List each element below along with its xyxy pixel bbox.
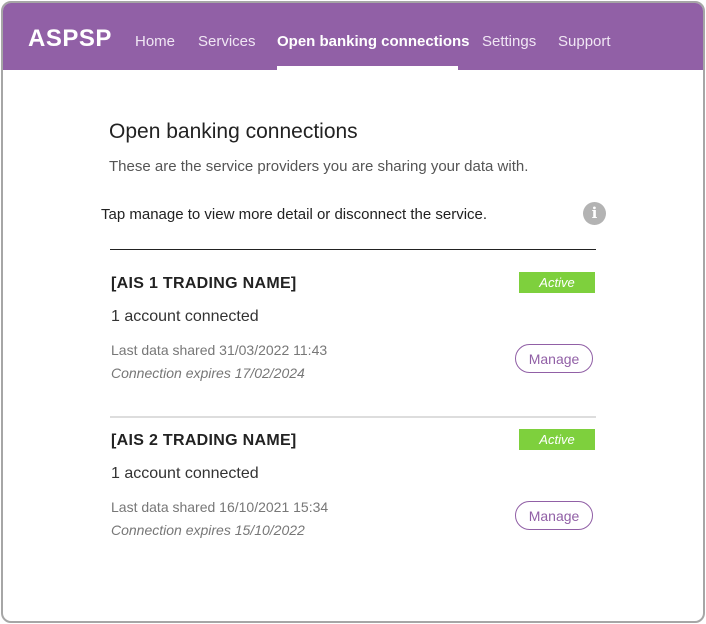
- card-divider: [110, 416, 596, 418]
- page-title: Open banking connections: [109, 120, 358, 143]
- connection-expiry: Connection expires 17/02/2024: [111, 365, 305, 381]
- nav-open-banking-connections[interactable]: Open banking connections: [277, 33, 470, 50]
- last-data-shared: Last data shared 31/03/2022 11:43: [111, 342, 328, 358]
- connection-card: [AIS 2 TRADING NAME] Active 1 account co…: [110, 429, 596, 572]
- accounts-connected: 1 account connected: [111, 308, 259, 325]
- nav-home[interactable]: Home: [135, 33, 175, 50]
- top-navigation-bar: ASPSP Home Services Open banking connect…: [3, 3, 703, 70]
- connection-name: [AIS 2 TRADING NAME]: [111, 432, 297, 449]
- info-icon[interactable]: i: [583, 202, 606, 225]
- active-nav-indicator: [277, 66, 458, 70]
- connection-expiry: Connection expires 15/10/2022: [111, 522, 305, 538]
- section-divider: [110, 249, 596, 250]
- nav-settings[interactable]: Settings: [482, 33, 536, 50]
- app-window: ASPSP Home Services Open banking connect…: [1, 1, 705, 623]
- last-data-shared: Last data shared 16/10/2021 15:34: [111, 499, 329, 515]
- accounts-connected: 1 account connected: [111, 465, 259, 482]
- manage-hint: Tap manage to view more detail or discon…: [101, 206, 488, 223]
- brand-logo: ASPSP: [28, 25, 112, 52]
- status-badge: Active: [519, 429, 595, 450]
- page-subtitle: These are the service providers you are …: [109, 158, 529, 175]
- connection-name: [AIS 1 TRADING NAME]: [111, 275, 297, 292]
- nav-support[interactable]: Support: [558, 33, 611, 50]
- status-badge: Active: [519, 272, 595, 293]
- manage-button[interactable]: Manage: [515, 344, 593, 373]
- nav-services[interactable]: Services: [198, 33, 256, 50]
- connection-card: [AIS 1 TRADING NAME] Active 1 account co…: [110, 272, 596, 415]
- manage-button[interactable]: Manage: [515, 501, 593, 530]
